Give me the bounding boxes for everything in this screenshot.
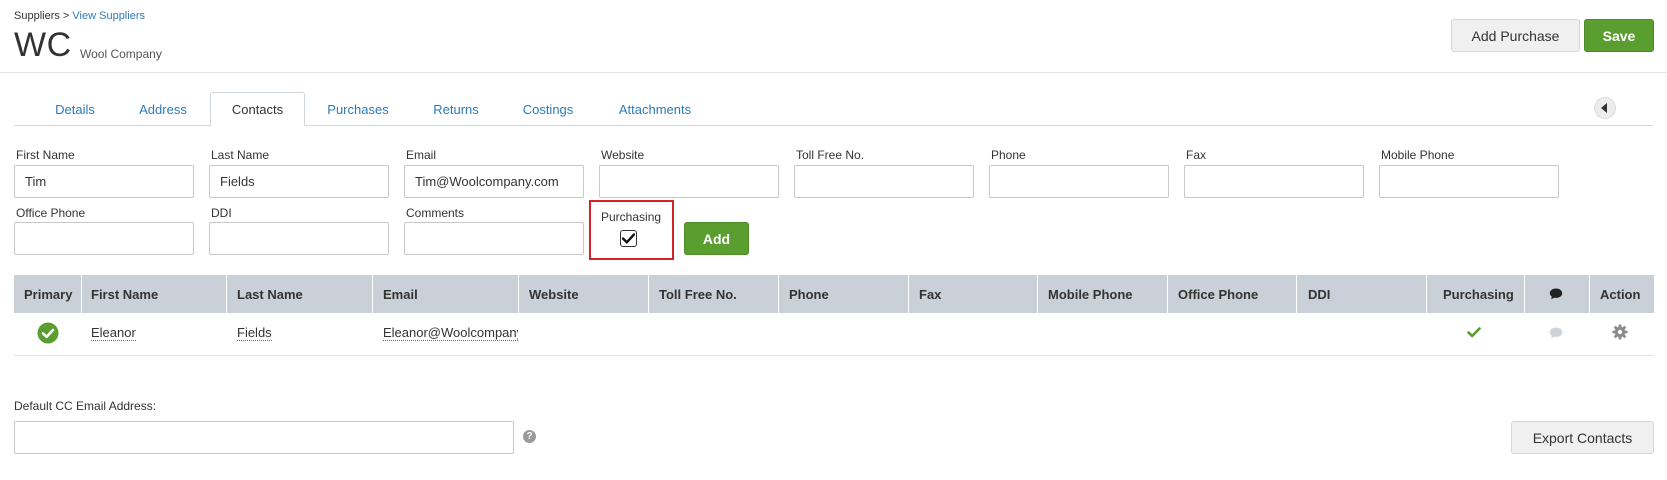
- ddi-label: DDI: [211, 206, 232, 220]
- header-comment: [1549, 275, 1563, 313]
- header-first-name: First Name: [91, 286, 159, 302]
- tab-contacts[interactable]: Contacts: [210, 92, 305, 126]
- email-input[interactable]: [404, 165, 584, 198]
- breadcrumb-root: Suppliers: [14, 10, 60, 22]
- tab-costings[interactable]: Costings: [512, 92, 584, 126]
- help-icon[interactable]: ?: [523, 430, 536, 443]
- office-phone-input[interactable]: [14, 222, 194, 255]
- column-separator: [1589, 275, 1590, 313]
- check-icon: [622, 233, 635, 244]
- header-email: Email: [383, 286, 418, 302]
- export-contacts-button[interactable]: Export Contacts: [1511, 421, 1654, 454]
- header-website: Website: [529, 286, 579, 302]
- add-purchase-button[interactable]: Add Purchase: [1451, 19, 1580, 52]
- tab-returns[interactable]: Returns: [424, 92, 488, 126]
- website-input[interactable]: [599, 165, 779, 198]
- fax-input[interactable]: [1184, 165, 1364, 198]
- header-ddi: DDI: [1308, 286, 1331, 302]
- column-separator: [1524, 275, 1525, 313]
- column-separator: [648, 275, 649, 313]
- purchasing-label: Purchasing: [601, 210, 662, 224]
- header-purchasing: Purchasing: [1443, 286, 1514, 302]
- default-cc-email-input[interactable]: [14, 421, 514, 454]
- supplier-code: WC: [14, 26, 72, 64]
- column-separator: [1296, 275, 1297, 313]
- mobile-phone-input[interactable]: [1379, 165, 1559, 198]
- supplier-name: Wool Company: [80, 47, 162, 61]
- contact-first-name-link[interactable]: Eleanor: [91, 325, 136, 341]
- comment-icon[interactable]: [1549, 326, 1563, 344]
- tab-attachments[interactable]: Attachments: [608, 92, 702, 126]
- comments-input[interactable]: [404, 222, 584, 255]
- breadcrumb-view-suppliers-link[interactable]: View Suppliers: [72, 10, 145, 22]
- first-name-label: First Name: [16, 148, 75, 162]
- header-phone: Phone: [789, 286, 829, 302]
- add-contact-button[interactable]: Add: [684, 222, 749, 255]
- first-name-input[interactable]: [14, 165, 194, 198]
- tab-details[interactable]: Details: [45, 92, 105, 126]
- last-name-input[interactable]: [209, 165, 389, 198]
- fax-label: Fax: [1186, 148, 1207, 162]
- gear-icon[interactable]: [1612, 324, 1628, 345]
- primary-check-icon: [37, 322, 59, 344]
- column-separator: [778, 275, 779, 313]
- toll-free-label: Toll Free No.: [796, 148, 865, 162]
- tab-address[interactable]: Address: [128, 92, 198, 126]
- default-cc-email-label: Default CC Email Address:: [14, 399, 157, 413]
- column-separator: [81, 275, 82, 313]
- save-button[interactable]: Save: [1584, 19, 1654, 52]
- column-separator: [1167, 275, 1168, 313]
- mobile-phone-label: Mobile Phone: [1381, 148, 1455, 162]
- header-fax: Fax: [919, 286, 942, 302]
- last-name-label: Last Name: [211, 148, 270, 162]
- column-separator: [1426, 275, 1427, 313]
- header-mobile-phone: Mobile Phone: [1048, 286, 1133, 302]
- ddi-input[interactable]: [209, 222, 389, 255]
- contact-email-link[interactable]: Eleanor@Woolcompany: [383, 325, 518, 341]
- header-last-name: Last Name: [237, 286, 303, 302]
- column-separator: [372, 275, 373, 313]
- header-divider: [0, 72, 1667, 73]
- column-separator: [1037, 275, 1038, 313]
- header-action: Action: [1600, 286, 1641, 302]
- caret-left-icon: [1601, 103, 1607, 113]
- table-row-divider: [14, 355, 1654, 356]
- contact-last-name-link[interactable]: Fields: [237, 325, 272, 341]
- office-phone-label: Office Phone: [16, 206, 86, 220]
- phone-label: Phone: [991, 148, 1026, 162]
- toll-free-input[interactable]: [794, 165, 974, 198]
- email-label: Email: [406, 148, 437, 162]
- column-separator: [908, 275, 909, 313]
- website-label: Website: [601, 148, 645, 162]
- breadcrumb-separator: >: [62, 10, 70, 22]
- phone-input[interactable]: [989, 165, 1169, 198]
- tab-purchases[interactable]: Purchases: [320, 92, 396, 126]
- purchasing-check-icon: [1467, 325, 1481, 343]
- header-toll-free: Toll Free No.: [659, 286, 737, 302]
- breadcrumb: Suppliers > View Suppliers: [14, 10, 145, 22]
- header-office-phone: Office Phone: [1178, 286, 1259, 302]
- header-primary: Primary: [24, 286, 73, 302]
- comments-label: Comments: [406, 206, 465, 220]
- column-separator: [518, 275, 519, 313]
- collapse-panel-button[interactable]: [1594, 97, 1616, 119]
- column-separator: [226, 275, 227, 313]
- purchasing-checkbox[interactable]: [620, 230, 637, 247]
- comment-icon: [1549, 288, 1563, 300]
